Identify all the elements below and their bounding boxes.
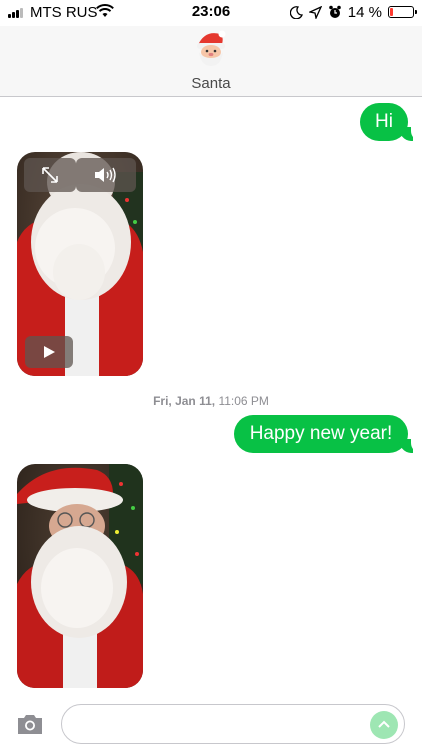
message-text: Happy new year!	[249, 423, 393, 444]
play-button[interactable]	[25, 336, 73, 368]
arrow-up-icon	[378, 720, 390, 728]
do-not-disturb-moon-icon	[289, 5, 303, 19]
message-text: Hi	[375, 111, 393, 132]
play-icon	[44, 346, 55, 358]
camera-icon[interactable]	[16, 712, 44, 736]
expand-button[interactable]	[24, 158, 76, 192]
speaker-icon	[95, 167, 116, 183]
santa-emoji-icon[interactable]	[191, 28, 231, 68]
message-input[interactable]	[61, 704, 405, 744]
video-message-thumbnail[interactable]	[17, 464, 143, 688]
send-button[interactable]	[370, 711, 398, 739]
mute-toggle-button[interactable]	[76, 158, 136, 192]
contact-name[interactable]: Santa	[0, 75, 422, 92]
video-message-thumbnail[interactable]	[17, 152, 143, 376]
status-bar: MTS RUS 23:06 14 %	[0, 0, 422, 26]
alarm-clock-icon	[328, 5, 341, 18]
battery-percent: 14 %	[347, 3, 382, 21]
conversation-header[interactable]: Santa	[0, 26, 422, 97]
message-timestamp: Fri, Jan 11, 11:06 PM	[153, 394, 269, 408]
battery-icon	[388, 6, 417, 18]
location-arrow-icon	[308, 5, 322, 19]
outgoing-message-bubble[interactable]: Happy new year!	[234, 415, 421, 453]
outgoing-message-bubble[interactable]: Hi	[360, 103, 421, 141]
expand-icon	[42, 167, 58, 183]
